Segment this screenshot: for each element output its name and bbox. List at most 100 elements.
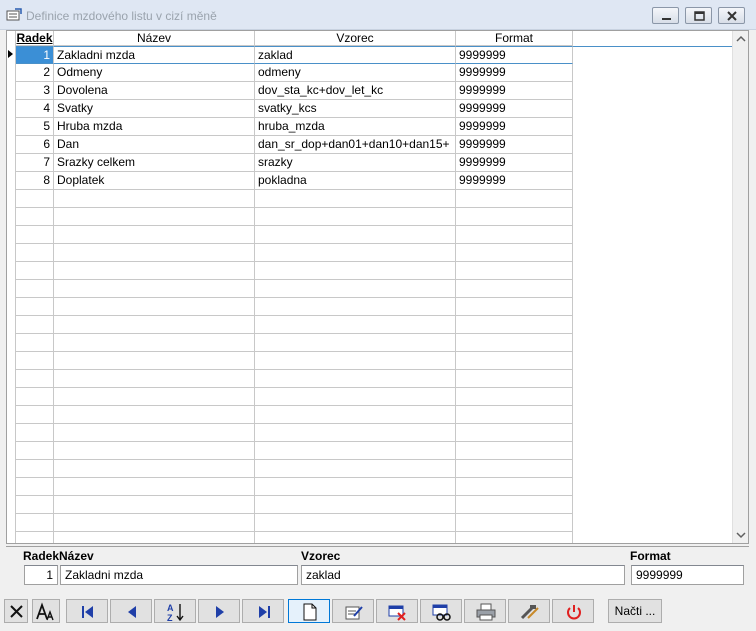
cell-vzorec[interactable]: dan_sr_dop+dan01+dan10+dan15+ [255,136,456,154]
cell-nazev[interactable]: Odmeny [54,64,255,82]
data-grid[interactable]: Radek Název Vzorec Format 1 Zakladni mzda… [6,30,749,544]
cell-radek[interactable] [16,208,54,226]
cell-radek[interactable] [16,532,54,543]
cell-radek[interactable] [16,280,54,298]
table-row[interactable] [7,442,734,460]
cell-radek[interactable]: 8 [16,172,54,190]
cell-vzorec[interactable] [255,460,456,478]
cell-nazev[interactable] [54,244,255,262]
cell-radek[interactable] [16,244,54,262]
cell-format[interactable]: 9999999 [456,64,573,82]
cell-nazev[interactable] [54,388,255,406]
cell-vzorec[interactable]: odmeny [255,64,456,82]
scroll-down-icon[interactable] [736,531,746,539]
column-header-radek[interactable]: Radek [16,31,54,46]
new-record-button[interactable] [288,599,330,623]
cell-radek[interactable] [16,442,54,460]
table-row[interactable] [7,496,734,514]
table-row[interactable] [7,406,734,424]
table-row[interactable]: 2 Odmeny odmeny 9999999 [7,64,734,82]
cell-radek[interactable] [16,316,54,334]
sort-button[interactable]: A Z [154,599,196,623]
cell-format[interactable] [456,280,573,298]
cell-format[interactable]: 9999999 [456,154,573,172]
table-row[interactable]: 1 Zakladni mzda zaklad 9999999 [7,46,734,64]
cell-radek[interactable] [16,190,54,208]
cell-nazev[interactable]: Zakladni mzda [54,46,255,64]
vertical-scrollbar[interactable] [732,31,748,543]
cell-format[interactable] [456,532,573,543]
cell-format[interactable] [456,406,573,424]
cell-nazev[interactable]: Dovolena [54,82,255,100]
cell-vzorec[interactable] [255,406,456,424]
table-row[interactable] [7,190,734,208]
cell-vzorec[interactable] [255,298,456,316]
table-row[interactable] [7,208,734,226]
cell-vzorec[interactable] [255,190,456,208]
cell-nazev[interactable] [54,352,255,370]
maximize-button[interactable] [685,7,712,24]
cell-radek[interactable]: 6 [16,136,54,154]
cell-vzorec[interactable] [255,334,456,352]
cell-radek[interactable]: 7 [16,154,54,172]
cell-radek[interactable]: 4 [16,100,54,118]
cell-vzorec[interactable]: hruba_mzda [255,118,456,136]
table-row[interactable] [7,280,734,298]
cell-vzorec[interactable] [255,370,456,388]
column-header-format[interactable]: Format [456,31,573,46]
cell-vzorec[interactable]: srazky [255,154,456,172]
next-record-button[interactable] [198,599,240,623]
find-record-button[interactable] [420,599,462,623]
cell-radek[interactable] [16,334,54,352]
cell-format[interactable] [456,496,573,514]
cell-nazev[interactable] [54,208,255,226]
table-row[interactable] [7,244,734,262]
cell-vzorec[interactable] [255,226,456,244]
nazev-field[interactable]: Zakladni mzda [60,565,298,585]
cell-format[interactable]: 9999999 [456,100,573,118]
table-row[interactable]: 7 Srazky celkem srazky 9999999 [7,154,734,172]
cell-vzorec[interactable]: pokladna [255,172,456,190]
cell-radek[interactable] [16,226,54,244]
cell-nazev[interactable] [54,226,255,244]
cell-format[interactable] [456,190,573,208]
table-row[interactable] [7,316,734,334]
cell-radek[interactable]: 5 [16,118,54,136]
edit-record-button[interactable] [332,599,374,623]
radek-field[interactable]: 1 [24,565,58,585]
cell-format[interactable] [456,334,573,352]
cell-format[interactable] [456,388,573,406]
table-row[interactable] [7,352,734,370]
cell-format[interactable] [456,226,573,244]
format-field[interactable]: 9999999 [631,565,744,585]
cell-nazev[interactable] [54,496,255,514]
previous-record-button[interactable] [110,599,152,623]
table-row[interactable] [7,388,734,406]
cell-vzorec[interactable] [255,208,456,226]
table-row[interactable]: 8 Doplatek pokladna 9999999 [7,172,734,190]
cell-format[interactable] [456,460,573,478]
exit-button[interactable] [552,599,594,623]
scroll-up-icon[interactable] [736,35,746,43]
cell-radek[interactable] [16,478,54,496]
table-row[interactable] [7,334,734,352]
cell-nazev[interactable] [54,280,255,298]
cell-format[interactable] [456,262,573,280]
cell-nazev[interactable] [54,334,255,352]
cell-vzorec[interactable] [255,244,456,262]
cell-format[interactable] [456,478,573,496]
cell-nazev[interactable] [54,406,255,424]
cell-radek[interactable] [16,262,54,280]
cell-vzorec[interactable] [255,316,456,334]
cell-vzorec[interactable] [255,478,456,496]
print-button[interactable] [464,599,506,623]
minimize-button[interactable] [652,7,679,24]
cell-nazev[interactable] [54,190,255,208]
table-row[interactable] [7,514,734,532]
table-row[interactable] [7,226,734,244]
column-header-nazev[interactable]: Název [54,31,255,46]
cell-radek[interactable]: 1 [16,46,54,64]
cell-vzorec[interactable]: svatky_kcs [255,100,456,118]
cell-format[interactable]: 9999999 [456,118,573,136]
cell-format[interactable] [456,352,573,370]
